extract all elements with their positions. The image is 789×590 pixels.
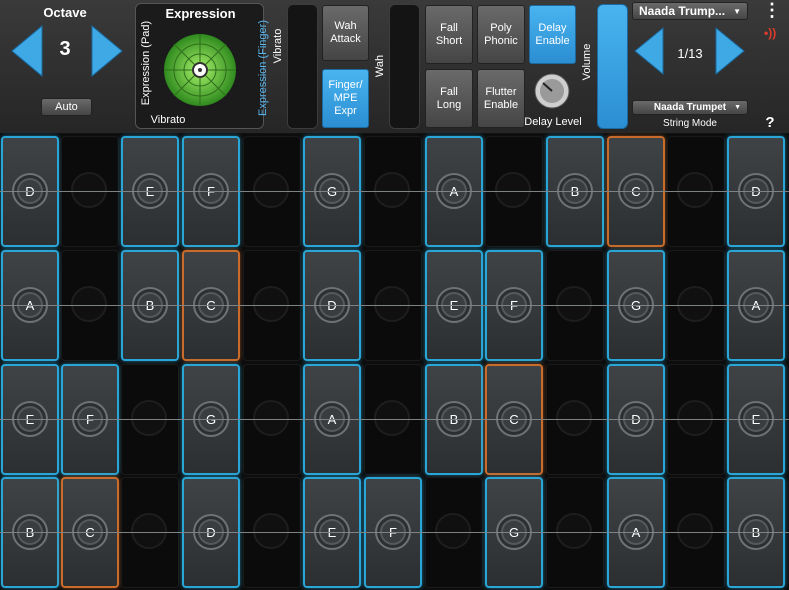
preset-next-arrow[interactable]: [714, 26, 746, 76]
note-label: [374, 286, 410, 322]
wah-slider-label: Wah: [374, 54, 386, 78]
note-label: [556, 400, 592, 436]
chevron-down-icon: ▼: [733, 6, 741, 16]
chevron-down-icon: ▼: [734, 104, 741, 111]
delay-level-label: Delay Level: [524, 116, 582, 128]
vibrato-label: Vibrato: [150, 114, 186, 126]
poly-phonic-button[interactable]: Poly Phonic: [477, 5, 525, 64]
volume-slider-label: Volume: [581, 43, 593, 81]
wah-slider[interactable]: [389, 4, 420, 129]
note-label: [556, 286, 592, 322]
menu-icon[interactable]: ⋮: [763, 0, 781, 21]
note-label: [71, 286, 107, 322]
preset-name: Naada Trump...: [639, 3, 726, 18]
note-label: [677, 400, 713, 436]
preset-select[interactable]: Naada Trump... ▼: [632, 2, 748, 20]
note-label: [253, 513, 289, 549]
help-icon[interactable]: ?: [762, 114, 778, 131]
vibrato-slider-label: Vibrato: [272, 28, 284, 64]
octave-value: 3: [59, 38, 71, 60]
note-label: [435, 513, 471, 549]
delay-enable-button[interactable]: Delay Enable: [529, 5, 576, 64]
expression-pad[interactable]: Expression Expression (Pad) Expression (…: [135, 3, 269, 129]
wifi-icon: •)): [764, 26, 777, 40]
note-label: [677, 513, 713, 549]
delay-level-knob[interactable]: [533, 72, 571, 110]
string-line: [0, 191, 789, 192]
note-label: [374, 172, 410, 208]
note-label: [131, 400, 167, 436]
expression-title: Expression: [165, 6, 236, 21]
fall-short-button[interactable]: Fall Short: [425, 5, 473, 64]
string-line: [0, 419, 789, 420]
octave-title: Octave: [43, 5, 87, 20]
toolbar: Octave 3 Auto Expression Expression (Pad…: [0, 0, 789, 134]
auto-button[interactable]: Auto: [41, 98, 92, 116]
preset-index: 1/13: [677, 46, 703, 61]
note-label: [131, 513, 167, 549]
expression-finger-label: Expression (Finger): [257, 20, 269, 116]
fall-long-button[interactable]: Fall Long: [425, 69, 473, 128]
volume-slider[interactable]: [597, 4, 628, 129]
string-line: [0, 305, 789, 306]
note-label: [677, 172, 713, 208]
expression-radar-icon: [164, 34, 236, 106]
octave-down-arrow[interactable]: [10, 24, 44, 78]
flutter-enable-button[interactable]: Flutter Enable: [477, 69, 525, 128]
note-label: [71, 172, 107, 208]
vibrato-slider[interactable]: [287, 4, 318, 129]
preset-prev-arrow[interactable]: [633, 26, 665, 76]
note-label: [677, 286, 713, 322]
string-select[interactable]: Naada Trumpet ▼: [632, 100, 748, 115]
string-mode-label: String Mode: [663, 118, 717, 129]
note-label: [556, 513, 592, 549]
string-line: [0, 532, 789, 533]
expression-pad-label: Expression (Pad): [140, 20, 152, 106]
octave-up-arrow[interactable]: [90, 24, 124, 78]
note-label: [495, 172, 531, 208]
note-label: [374, 400, 410, 436]
note-label: [253, 172, 289, 208]
wah-attack-button[interactable]: Wah Attack: [322, 5, 369, 61]
string-select-value: Naada Trumpet: [653, 102, 727, 113]
note-label: [253, 400, 289, 436]
finger-mpe-expr-button[interactable]: Finger/ MPE Expr: [322, 69, 369, 128]
note-grid: DEFGABCDABCDEFGAEFGABCDEBCDEFGAB: [0, 134, 789, 590]
note-label: [253, 286, 289, 322]
